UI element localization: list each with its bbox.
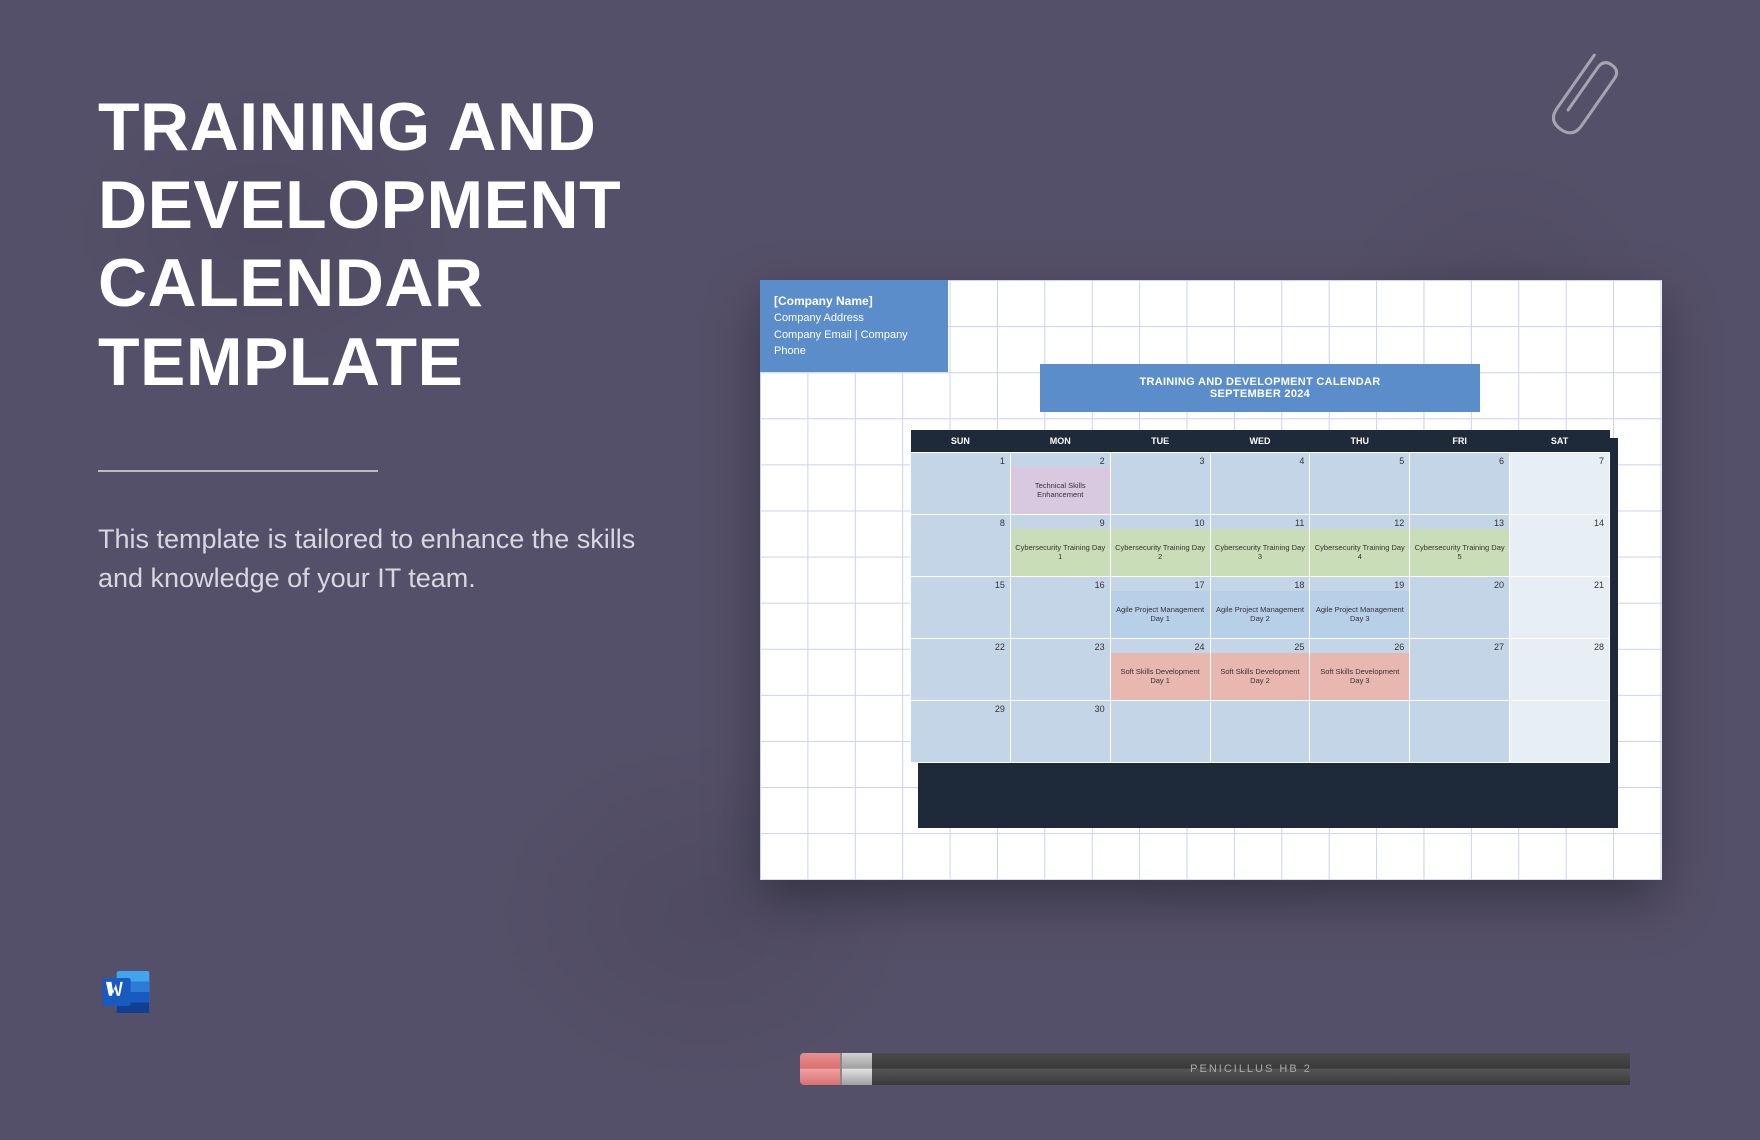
calendar-cell — [1110, 701, 1210, 763]
calendar-cell: 25Soft Skills Development Day 2 — [1210, 639, 1310, 701]
calendar-cell: 30 — [1010, 701, 1110, 763]
day-header: MON — [1010, 430, 1110, 453]
calendar-cell: 5 — [1310, 453, 1410, 515]
calendar-cell: 19Agile Project Management Day 3 — [1310, 577, 1410, 639]
calendar-cell: 3 — [1110, 453, 1210, 515]
calendar-table: SUNMONTUEWEDTHUFRISAT 12Technical Skills… — [910, 430, 1610, 763]
title-line-3: CALENDAR — [98, 244, 621, 322]
calendar-cell: 17Agile Project Management Day 1 — [1110, 577, 1210, 639]
calendar-row: 2930 — [911, 701, 1610, 763]
calendar-row: 151617Agile Project Management Day 118Ag… — [911, 577, 1610, 639]
title-line-2: DEVELOPMENT — [98, 166, 621, 244]
calendar-cell: 29 — [911, 701, 1011, 763]
calendar-cell — [1410, 701, 1510, 763]
company-address: Company Address — [774, 310, 934, 327]
calendar-cell: 6 — [1410, 453, 1510, 515]
calendar-cell: 7 — [1510, 453, 1610, 515]
calendar-cell: 20 — [1410, 577, 1510, 639]
calendar-cell: 23 — [1010, 639, 1110, 701]
company-box: [Company Name] Company Address Company E… — [760, 280, 948, 372]
calendar-cell: 11Cybersecurity Training Day 3 — [1210, 515, 1310, 577]
pencil-ferrule — [840, 1053, 874, 1085]
calendar-event: Soft Skills Development Day 3 — [1310, 653, 1409, 700]
calendar-event: Cybersecurity Training Day 4 — [1310, 529, 1409, 576]
day-header: TUE — [1110, 430, 1210, 453]
calendar-event: Soft Skills Development Day 2 — [1211, 653, 1310, 700]
pencil-label: PENICILLUS HB 2 — [1190, 1063, 1312, 1075]
calendar-event: Cybersecurity Training Day 2 — [1111, 529, 1210, 576]
calendar-row: 222324Soft Skills Development Day 125Sof… — [911, 639, 1610, 701]
calendar-cell — [1210, 701, 1310, 763]
calendar-cell: 12Cybersecurity Training Day 4 — [1310, 515, 1410, 577]
pencil-body: PENICILLUS HB 2 — [872, 1053, 1630, 1085]
company-name: [Company Name] — [774, 292, 934, 310]
calendar-cell: 21 — [1510, 577, 1610, 639]
company-contact: Company Email | Company Phone — [774, 327, 934, 360]
day-header: THU — [1310, 430, 1410, 453]
calendar-event: Agile Project Management Day 2 — [1211, 591, 1310, 638]
calendar-cell: 1 — [911, 453, 1011, 515]
calendar-cell: 8 — [911, 515, 1011, 577]
calendar-cell: 26Soft Skills Development Day 3 — [1310, 639, 1410, 701]
calendar-cell: 14 — [1510, 515, 1610, 577]
calendar-cell: 28 — [1510, 639, 1610, 701]
calendar-title: TRAINING AND DEVELOPMENT CALENDAR SEPTEM… — [1040, 364, 1480, 412]
calendar-cell — [1310, 701, 1410, 763]
day-header: WED — [1210, 430, 1310, 453]
calendar-event: Cybersecurity Training Day 1 — [1011, 529, 1110, 576]
calendar-event: Cybersecurity Training Day 3 — [1211, 529, 1310, 576]
calendar-cell: 13Cybersecurity Training Day 5 — [1410, 515, 1510, 577]
calendar-event: Soft Skills Development Day 1 — [1111, 653, 1210, 700]
pencil-icon: PENICILLUS HB 2 — [800, 1053, 1630, 1085]
day-header: SUN — [911, 430, 1011, 453]
calendar-title-l1: TRAINING AND DEVELOPMENT CALENDAR — [1139, 376, 1380, 388]
description: This template is tailored to enhance the… — [98, 520, 658, 598]
calendar-cell: 18Agile Project Management Day 2 — [1210, 577, 1310, 639]
calendar-cell: 9Cybersecurity Training Day 1 — [1010, 515, 1110, 577]
calendar-cell: 4 — [1210, 453, 1310, 515]
day-header: SAT — [1510, 430, 1610, 453]
title-line-1: TRAINING AND — [98, 88, 621, 166]
pencil-eraser — [800, 1053, 842, 1085]
calendar-cell — [1510, 701, 1610, 763]
template-preview: [Company Name] Company Address Company E… — [760, 280, 1662, 880]
calendar-cell: 27 — [1410, 639, 1510, 701]
calendar-cell: 22 — [911, 639, 1011, 701]
calendar-cell: 2Technical Skills Enhancement — [1010, 453, 1110, 515]
calendar-cell: 16 — [1010, 577, 1110, 639]
divider — [98, 470, 378, 472]
paperclip-icon — [1530, 48, 1670, 168]
calendar-event: Agile Project Management Day 3 — [1310, 591, 1409, 638]
calendar-row: 89Cybersecurity Training Day 110Cybersec… — [911, 515, 1610, 577]
calendar-title-l2: SEPTEMBER 2024 — [1210, 388, 1310, 400]
calendar-event: Cybersecurity Training Day 5 — [1410, 529, 1509, 576]
calendar-event: Technical Skills Enhancement — [1011, 467, 1110, 514]
calendar-cell: 15 — [911, 577, 1011, 639]
page-title: TRAINING AND DEVELOPMENT CALENDAR TEMPLA… — [98, 88, 621, 401]
word-icon — [98, 964, 154, 1020]
day-header: FRI — [1410, 430, 1510, 453]
calendar-event: Agile Project Management Day 1 — [1111, 591, 1210, 638]
calendar-cell: 10Cybersecurity Training Day 2 — [1110, 515, 1210, 577]
calendar-wrap: SUNMONTUEWEDTHUFRISAT 12Technical Skills… — [910, 430, 1610, 763]
calendar-row: 12Technical Skills Enhancement34567 — [911, 453, 1610, 515]
calendar-cell: 24Soft Skills Development Day 1 — [1110, 639, 1210, 701]
title-line-4: TEMPLATE — [98, 323, 621, 401]
